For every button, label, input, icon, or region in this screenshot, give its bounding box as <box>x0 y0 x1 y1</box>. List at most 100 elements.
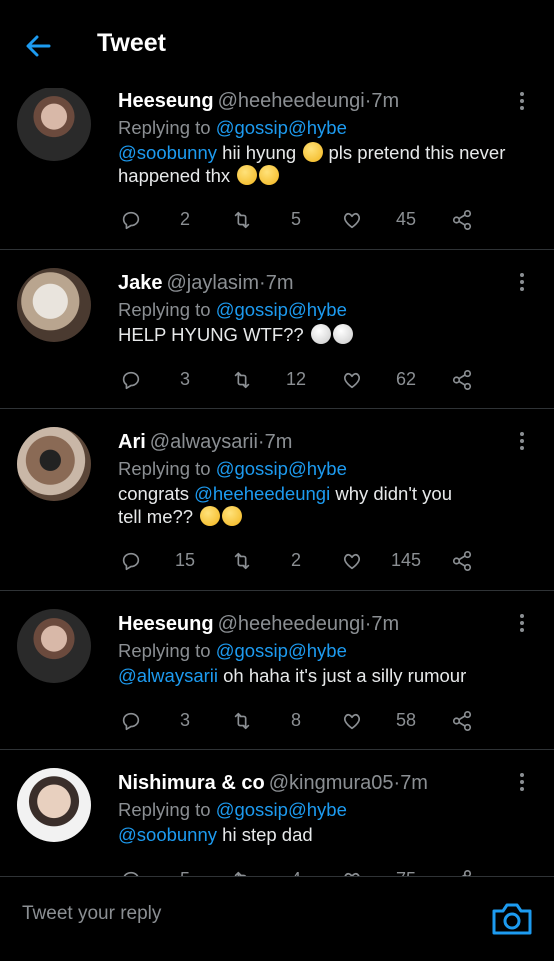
tweet-text: @alwaysarii oh haha it's just a silly ru… <box>118 664 514 687</box>
mention-link[interactable]: @heeheedeungi <box>194 483 330 504</box>
like-count: 58 <box>396 710 417 730</box>
share-icon <box>452 370 472 390</box>
mention-link[interactable]: @soobunny <box>118 824 217 845</box>
display-name[interactable]: Ari <box>118 431 146 453</box>
user-handle[interactable]: @alwaysarii <box>150 431 258 453</box>
avatar[interactable] <box>17 268 91 342</box>
retweet-button[interactable]: 12 <box>231 367 306 393</box>
back-arrow-icon[interactable] <box>22 30 54 62</box>
replying-prefix: Replying to <box>118 799 216 820</box>
retweet-count: 12 <box>286 369 307 389</box>
tweet[interactable]: Jake @jaylasim·7m Replying to @gossip@hyb… <box>0 250 554 409</box>
more-icon[interactable] <box>520 773 526 793</box>
tweet-actions: 15 2 145 <box>120 548 480 574</box>
tweet-text-part: oh haha it's just a silly rumour <box>218 665 467 686</box>
tweet-text-part: why didn't you <box>330 483 452 504</box>
reply-button[interactable]: 2 <box>120 207 190 233</box>
replying-to-link[interactable]: @gossip@hybe <box>216 117 347 138</box>
grimace-emoji-icon <box>237 165 258 185</box>
reply-composer[interactable]: Tweet your reply <box>0 876 554 961</box>
retweet-icon <box>234 371 250 389</box>
replying-prefix: Replying to <box>118 640 216 661</box>
reply-count: 5 <box>180 869 190 876</box>
replying-to-link[interactable]: @gossip@hybe <box>216 458 347 479</box>
reply-button[interactable]: 15 <box>120 548 195 574</box>
tweet-header: Ari @alwaysarii·7m <box>118 429 514 455</box>
avatar[interactable] <box>17 609 91 683</box>
user-handle[interactable]: @kingmura05 <box>269 772 394 794</box>
avatar[interactable] <box>17 88 91 161</box>
display-name[interactable]: Jake <box>118 272 163 294</box>
timestamp: 7m <box>265 272 294 294</box>
reply-count: 3 <box>180 369 191 389</box>
share-icon <box>461 870 472 876</box>
mention-link[interactable]: @soobunny <box>118 142 217 163</box>
replying-to-link[interactable]: @gossip@hybe <box>216 299 347 320</box>
reply-input[interactable]: Tweet your reply <box>22 903 161 925</box>
retweet-icon <box>234 211 250 229</box>
tweet[interactable]: Ari @alwaysarii·7m Replying to @gossip@hy… <box>0 409 554 591</box>
reply-button[interactable]: 3 <box>120 708 190 734</box>
hug-emoji-icon <box>303 142 324 162</box>
retweet-button[interactable]: 8 <box>231 708 301 734</box>
like-button[interactable]: 45 <box>341 207 416 233</box>
like-button[interactable]: 62 <box>341 367 416 393</box>
reply-icon <box>122 371 140 390</box>
display-name[interactable]: Nishimura & co <box>118 772 265 794</box>
tweet-actions: 2 5 45 <box>120 207 480 233</box>
user-handle[interactable]: @heeheedeungi <box>218 90 365 112</box>
user-handle[interactable]: @heeheedeungi <box>218 613 365 635</box>
retweet-button[interactable]: 2 <box>231 548 301 574</box>
tweet-header: Heeseung @heeheedeungi·7m <box>118 88 514 114</box>
tweet-actions: 3 12 62 <box>120 367 480 393</box>
replying-to-link[interactable]: @gossip@hybe <box>216 640 347 661</box>
like-icon <box>343 553 361 570</box>
tweet[interactable]: Heeseung @heeheedeungi·7m Replying to @go… <box>0 591 554 750</box>
display-name[interactable]: Heeseung <box>118 90 214 112</box>
tweet-text: HELP HYUNG WTF?? <box>118 323 514 346</box>
share-button[interactable] <box>451 867 473 876</box>
retweet-button[interactable]: 4 <box>231 867 301 876</box>
like-button[interactable]: 145 <box>341 548 421 574</box>
tweet-body: Nishimura & co @kingmura05·7m Replying to… <box>118 770 514 846</box>
reply-icon <box>123 871 139 876</box>
replying-prefix: Replying to <box>118 299 216 320</box>
mention-link[interactable]: @alwaysarii <box>118 665 218 686</box>
retweet-button[interactable]: 5 <box>231 207 301 233</box>
more-icon[interactable] <box>520 614 526 634</box>
like-count: 62 <box>396 369 417 389</box>
share-button[interactable] <box>451 708 473 734</box>
tweet[interactable]: Heeseung @heeheedeungi·7m Replying to @go… <box>0 88 554 250</box>
tweet-text-part: happened thx <box>118 165 231 186</box>
like-button[interactable]: 75 <box>341 867 416 876</box>
tweet[interactable]: Nishimura & co @kingmura05·7m Replying to… <box>0 750 554 876</box>
grimace-emoji-icon <box>259 165 280 185</box>
avatar[interactable] <box>17 768 91 842</box>
more-icon[interactable] <box>520 92 526 112</box>
user-handle[interactable]: @jaylasim <box>167 272 260 294</box>
timestamp: 7m <box>371 613 400 635</box>
display-name[interactable]: Heeseung <box>118 613 214 635</box>
replying-to-link[interactable]: @gossip@hybe <box>216 799 347 820</box>
tweet-text: @soobunny hi step dad <box>118 823 514 846</box>
reply-count: 2 <box>180 209 191 229</box>
camera-icon[interactable] <box>490 900 534 938</box>
reply-button[interactable]: 5 <box>120 867 190 876</box>
timestamp: 7m <box>264 431 293 453</box>
avatar[interactable] <box>17 427 91 501</box>
reply-count: 3 <box>180 710 191 730</box>
more-icon[interactable] <box>520 432 526 452</box>
more-icon[interactable] <box>520 273 526 293</box>
share-icon <box>452 711 472 731</box>
timestamp: 7m <box>400 772 428 794</box>
retweet-count: 8 <box>291 710 302 730</box>
share-button[interactable] <box>451 207 473 233</box>
share-button[interactable] <box>451 548 473 574</box>
tweet-body: Ari @alwaysarii·7m Replying to @gossip@hy… <box>118 429 514 528</box>
reply-button[interactable]: 3 <box>120 367 190 393</box>
skull-emoji-icon <box>332 324 353 344</box>
tweet-text-part: tell me?? <box>118 506 199 527</box>
like-button[interactable]: 58 <box>341 708 416 734</box>
sweat-smile-emoji-icon <box>222 506 243 526</box>
share-button[interactable] <box>451 367 473 393</box>
